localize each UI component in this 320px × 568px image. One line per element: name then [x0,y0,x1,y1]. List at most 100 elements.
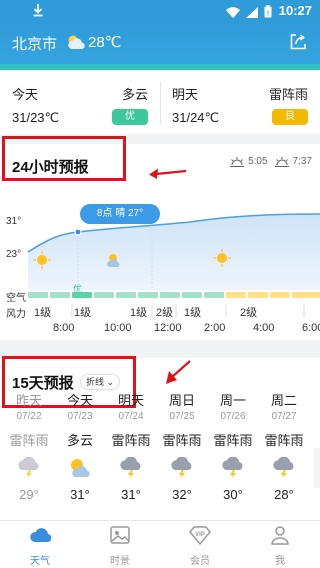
day-high-temp: 28° [274,487,294,502]
day-condition: 雷阵雨 [9,433,49,448]
hour-label: 12:00 [154,322,182,334]
day-name: 周一 [219,393,246,408]
day-name: 明天 [117,393,144,408]
day-column[interactable]: 明天 07/24 雷阵雨 31° [106,390,156,502]
wind-value: 2级 [156,307,174,319]
air-quality-label: 空气 [6,293,26,304]
share-icon[interactable] [288,32,308,57]
air-quality-bar [28,292,320,298]
tomorrow-block[interactable]: 明天 雷阵雨 31/24℃ 良 [172,70,308,134]
tomorrow-condition: 雷阵雨 [268,87,308,102]
day-high-temp: 32° [172,487,192,502]
hour-label: 2:00 [204,322,226,334]
current-temp: 28℃ [88,34,122,51]
nav-label: 会员 [190,556,210,567]
hour-label: 8:00 [53,322,75,334]
day-high-temp: 29° [19,487,39,502]
wind-separators [49,304,305,318]
today-label: 今天 [12,87,39,102]
wind-value: 1级 [34,307,52,319]
thunder-icon [273,457,294,479]
nav-label: 我 [275,556,285,567]
day-name: 昨天 [15,393,42,408]
divider [160,82,161,124]
day-condition: 雷阵雨 [162,433,202,448]
day-condition: 多云 [66,433,93,448]
day-high-temp: 31° [121,487,141,502]
vip-icon: VIP [189,526,211,546]
day-date: 07/25 [169,411,195,422]
signal-icon [246,5,258,23]
day-date: 07/23 [67,411,93,422]
hour-label: 10:00 [104,322,132,334]
thunder-icon [171,457,192,479]
wifi-icon [226,5,240,23]
thunder-icon [120,457,141,479]
hourly-temp-chart [27,213,320,290]
day-column[interactable]: 昨天 07/22 雷阵雨 29° [4,390,54,502]
sunrise-icon [230,156,245,167]
thunder-icon [222,457,243,479]
battery-icon: ! [264,5,272,23]
sunset-icon [274,156,289,167]
wind-label: 风力 [6,309,26,320]
day-column[interactable]: 周二 07/27 雷阵雨 28° [259,390,309,502]
sunset-time: 7:37 [292,156,312,167]
day-high-temp: 30° [223,487,243,502]
hourly-forecast-card: 24小时预报 5:05 7:37 31° 23° 8点 晴 27° 空气 优 风… [0,136,320,340]
day-date: 07/24 [118,411,144,422]
day-date: 07/22 [16,411,42,422]
day-date: 07/27 [271,411,297,422]
wind-value: 1级 [130,307,148,319]
today-aqi-badge: 优 [112,109,148,125]
weather-icon [30,528,52,543]
wind-value: 1级 [184,307,202,319]
annotation-box [2,136,126,181]
thunder-icon [18,457,39,479]
today-condition: 多云 [121,87,148,102]
daily-forecast-card: 15天预报 折线 ⌄ 昨天 07/22 雷阵雨 29° 今天 07/23 多云 … [0,356,320,520]
day-date: 07/26 [220,411,246,422]
hourly-tooltip: 8点 晴 27° [80,204,160,224]
nav-vip[interactable]: VIP 会员 [160,525,240,567]
today-block[interactable]: 今天 多云 31/23℃ 优 [12,70,148,134]
sunrise: 5:05 [229,156,268,167]
status-bar: ! 10:27 [0,0,320,22]
sunrise-time: 5:05 [248,156,268,167]
day-column[interactable]: 周一 07/26 雷阵雨 30° [208,390,258,502]
status-icons: ! [226,5,272,23]
user-icon [271,526,289,545]
day-name: 周日 [168,393,195,408]
hour-label: 4:00 [253,322,275,334]
partly-cloudy-icon [71,459,90,477]
header: 北京市 28℃ [0,22,320,64]
day-condition: 雷阵雨 [213,433,253,448]
sunset: 7:37 [274,156,312,167]
day-condition: 雷阵雨 [111,433,151,448]
svg-text:VIP: VIP [195,532,205,538]
nav-label: 天气 [30,556,50,567]
hour-label: 6:00 [302,322,320,334]
today-temp: 31/23℃ [12,110,60,125]
day-column[interactable]: 周日 07/25 雷阵雨 32° [157,390,207,502]
partly-cloudy-icon [66,34,86,55]
city-name[interactable]: 北京市 [12,33,57,54]
day-column[interactable]: 今天 07/23 多云 31° [55,390,105,502]
tomorrow-label: 明天 [172,87,199,102]
day-name: 周二 [270,393,297,408]
weather-app: ! 10:27 北京市 28℃ 今天 多云 31/23℃ 优 明天 雷阵雨 31… [0,0,320,568]
day-name: 今天 [66,393,93,408]
nav-label: 时景 [110,556,130,567]
tomorrow-temp: 31/24℃ [172,110,220,125]
day-high-temp: 31° [70,487,90,502]
nav-scenes[interactable]: 时景 [80,525,160,567]
annotation-arrow [149,168,187,179]
nav-weather[interactable]: 天气 [0,525,80,567]
scroll-fade [314,448,320,488]
nav-me[interactable]: 我 [240,525,320,567]
download-icon [32,3,44,22]
wind-value: 1级 [74,307,92,319]
sun-times: 5:05 7:37 [229,156,312,167]
day-condition: 雷阵雨 [264,433,304,448]
today-tomorrow-card: 今天 多云 31/23℃ 优 明天 雷阵雨 31/24℃ 良 [0,70,320,134]
